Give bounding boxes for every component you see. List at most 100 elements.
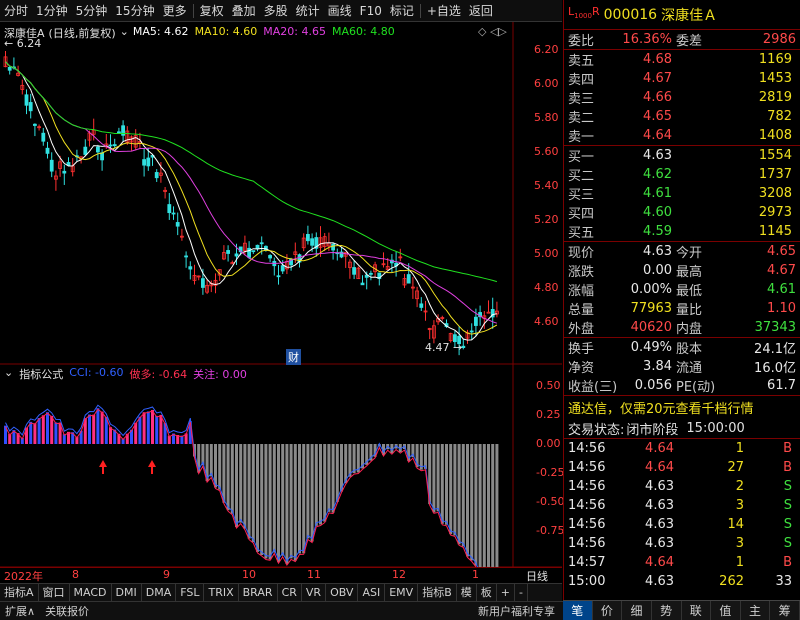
indicator-bar bbox=[281, 444, 285, 556]
indicator-bar bbox=[323, 444, 327, 522]
x-axis: 2022年 8 9 10 11 12 1 日线 bbox=[0, 567, 562, 583]
indicator-bar bbox=[340, 444, 343, 492]
quote-tab[interactable]: 联 bbox=[682, 601, 712, 620]
related-quote-button[interactable]: 关联报价 bbox=[40, 603, 94, 619]
promo-banner[interactable]: 通达信，仅需20元查看千档行情 bbox=[564, 396, 800, 418]
indicator-tab[interactable]: 指标B bbox=[418, 583, 457, 602]
quote-tab[interactable]: 笔 bbox=[563, 601, 593, 620]
long-short-value: 做多: -0.64 bbox=[129, 368, 188, 381]
indicator-tab[interactable]: MACD bbox=[70, 583, 112, 602]
candle bbox=[230, 260, 235, 265]
toolbar-button[interactable]: 分时 bbox=[0, 2, 32, 19]
indicator-tab[interactable]: - bbox=[515, 583, 528, 602]
candle bbox=[20, 79, 25, 95]
stat-label: 净资 bbox=[568, 361, 595, 376]
indicator-tab[interactable]: 模 bbox=[457, 583, 477, 602]
period-label[interactable]: 日线 bbox=[526, 568, 548, 584]
indicator-tab[interactable]: CR bbox=[278, 583, 302, 602]
quote-tab[interactable]: 值 bbox=[711, 601, 741, 620]
kline-chart-area[interactable] bbox=[0, 22, 562, 567]
indicator-tab[interactable]: DMA bbox=[142, 583, 177, 602]
tick-row: 14:56 4.63 3 S bbox=[564, 496, 800, 515]
toolbar-button[interactable]: 多股 bbox=[260, 2, 292, 19]
toolbar-button[interactable]: 复权 bbox=[196, 2, 228, 19]
indicator-bar bbox=[491, 444, 495, 567]
chevron-down-icon[interactable]: ⌄ bbox=[4, 366, 13, 382]
indicator-y-tick-label: 0.00 bbox=[536, 437, 561, 450]
stat-value: 16.0亿 bbox=[754, 361, 796, 376]
toolbar-button[interactable]: 更多 bbox=[159, 2, 191, 19]
toolbar-button[interactable]: 5分钟 bbox=[72, 2, 112, 19]
indicator-tab[interactable]: BRAR bbox=[239, 583, 278, 602]
toolbar-button[interactable]: 画线 bbox=[324, 2, 356, 19]
indicator-bar bbox=[453, 444, 457, 536]
tick-price: 4.64 bbox=[645, 441, 674, 456]
tick-row: 14:56 4.63 2 S bbox=[564, 477, 800, 496]
stat-row: 总量 77963 量比 1.10 bbox=[564, 299, 800, 318]
indicator-tab[interactable]: OBV bbox=[326, 583, 359, 602]
toolbar-button[interactable]: +自选 bbox=[423, 2, 465, 19]
indicator-tab[interactable]: TRIX bbox=[204, 583, 239, 602]
stat-label: 换手 bbox=[568, 342, 595, 357]
indicator-bar bbox=[474, 444, 478, 566]
tick-list[interactable]: 14:56 4.64 1 B 14:56 4.64 27 B 14:56 4.63 2 S 14:56 4… bbox=[564, 439, 800, 591]
toolbar-button[interactable]: 返回 bbox=[465, 2, 497, 19]
indicator-bar bbox=[302, 444, 306, 554]
ask-label: 卖一 bbox=[568, 130, 595, 145]
quote-tab[interactable]: 细 bbox=[622, 601, 652, 620]
candle bbox=[125, 126, 130, 145]
candle bbox=[461, 338, 466, 350]
stat-row: 外盘 40620 内盘 37343 bbox=[564, 318, 800, 337]
toolbar-button[interactable]: F10 bbox=[356, 4, 386, 18]
tick-row: 14:56 4.63 3 S bbox=[564, 534, 800, 553]
indicator-tab[interactable]: 板 bbox=[477, 583, 497, 602]
indicator-tab[interactable]: EMV bbox=[385, 583, 419, 602]
indicator-title[interactable]: 指标公式 bbox=[19, 366, 63, 382]
stat-label: 收益(三) bbox=[568, 380, 618, 395]
candle bbox=[398, 248, 403, 262]
quote-header: L1000R 000016 深康佳Ａ bbox=[564, 0, 800, 30]
promo-link[interactable]: 新用户福利专享 bbox=[473, 603, 560, 619]
toolbar-button[interactable]: 统计 bbox=[292, 2, 324, 19]
indicator-bar bbox=[264, 444, 268, 559]
indicator-tab[interactable]: VR bbox=[302, 583, 327, 602]
candle bbox=[268, 254, 273, 262]
chart-nav-icons[interactable]: ◇ ◁▷ bbox=[478, 25, 507, 38]
quote-tab[interactable]: 势 bbox=[652, 601, 682, 620]
indicator-tab[interactable]: + bbox=[497, 583, 515, 602]
quote-tab[interactable]: 筹 bbox=[770, 601, 800, 620]
tick-volume: 14 bbox=[727, 517, 744, 532]
stat-value: 0.49% bbox=[630, 340, 672, 355]
indicator-tab[interactable]: 指标A bbox=[0, 583, 39, 602]
candle bbox=[221, 245, 226, 261]
ask-row: 卖二 4.65 782 bbox=[564, 107, 800, 126]
toolbar-button[interactable]: 1分钟 bbox=[32, 2, 72, 19]
quote-tab[interactable]: 价 bbox=[593, 601, 623, 620]
toolbar-button[interactable]: 标记 bbox=[386, 2, 418, 19]
indicator-tab[interactable]: DMI bbox=[112, 583, 142, 602]
candle bbox=[226, 245, 231, 262]
indicator-bar bbox=[218, 444, 222, 490]
indicator-tab[interactable]: ASI bbox=[358, 583, 386, 602]
candle bbox=[96, 144, 100, 160]
tick-time: 14:57 bbox=[568, 555, 606, 570]
toolbar-button[interactable]: 15分钟 bbox=[111, 2, 158, 19]
tick-side: S bbox=[783, 517, 792, 532]
indicator-bar bbox=[88, 414, 91, 444]
stat-value: 0.00 bbox=[643, 263, 672, 278]
indicator-tab[interactable]: 窗口 bbox=[39, 583, 70, 602]
indicator-tab[interactable]: FSL bbox=[176, 583, 205, 602]
ma-label: MA10: 4.60 bbox=[194, 25, 258, 38]
candle bbox=[196, 275, 201, 281]
candle bbox=[419, 297, 424, 311]
stat-label: 今开 bbox=[676, 246, 703, 261]
adjust-mode: (日线,前复权) bbox=[48, 27, 116, 40]
candle bbox=[179, 228, 184, 241]
expand-button[interactable]: 扩展∧ bbox=[0, 603, 40, 619]
toolbar-button[interactable]: 叠加 bbox=[228, 2, 260, 19]
bid-volume: 3208 bbox=[758, 186, 792, 201]
finance-marker[interactable]: 财 bbox=[286, 349, 301, 365]
chevron-down-icon[interactable]: ⌄ bbox=[120, 25, 129, 41]
ask-volume: 1408 bbox=[758, 128, 792, 143]
quote-tab[interactable]: 主 bbox=[741, 601, 771, 620]
